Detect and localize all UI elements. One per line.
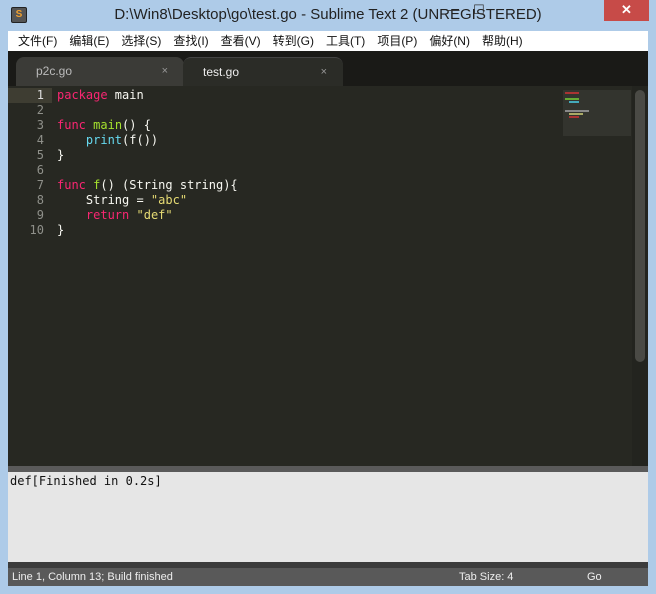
build-output-panel: def[Finished in 0.2s]: [8, 472, 648, 562]
code-token: print: [85, 133, 123, 147]
menu-find[interactable]: 查找(I): [167, 31, 214, 51]
status-bar: Line 1, Column 13; Build finished Tab Si…: [8, 562, 648, 586]
menu-tools[interactable]: 工具(T): [320, 31, 371, 51]
code-token: "abc": [150, 193, 188, 207]
code-line: String = "abc": [57, 193, 187, 208]
code-token: (f()): [122, 133, 159, 147]
menu-project[interactable]: 项目(P): [371, 31, 423, 51]
code-token: "def": [136, 208, 173, 222]
code-line: }: [57, 148, 64, 163]
tab-size-selector[interactable]: Tab Size: 4: [459, 568, 513, 586]
tab-p2c-go[interactable]: p2c.go ×: [16, 57, 184, 86]
syntax-selector[interactable]: Go: [587, 568, 602, 586]
tab-test-go[interactable]: test.go ×: [183, 57, 343, 86]
line-number: 3: [36, 118, 44, 132]
vertical-scrollbar[interactable]: [632, 86, 648, 466]
code-line: package main: [57, 88, 144, 103]
code-token: () {: [122, 118, 151, 132]
menu-goto[interactable]: 转到(G): [267, 31, 320, 51]
line-number: 6: [36, 163, 44, 177]
title-bar: S D:\Win8\Desktop\go\test.go - Sublime T…: [0, 0, 656, 31]
cursor-position-status: Line 1, Column 13; Build finished: [12, 571, 173, 583]
menu-edit[interactable]: 编辑(E): [63, 31, 115, 51]
menu-view[interactable]: 查看(V): [215, 31, 267, 51]
line-number: 1: [8, 88, 52, 103]
maximize-button[interactable]: ☐: [466, 0, 492, 21]
menu-preferences[interactable]: 偏好(N): [423, 31, 476, 51]
code-token: () (String string){: [100, 178, 238, 192]
code-line: func main() {: [57, 118, 151, 133]
close-icon[interactable]: ×: [162, 57, 168, 86]
line-number: 4: [36, 133, 44, 147]
menu-selection[interactable]: 选择(S): [115, 31, 167, 51]
minimize-button[interactable]: —: [440, 0, 466, 21]
line-number: 10: [29, 223, 44, 237]
close-icon[interactable]: ×: [321, 58, 327, 87]
line-number: 2: [36, 103, 44, 117]
minimap[interactable]: [563, 90, 631, 136]
menu-bar: 文件(F) 编辑(E) 选择(S) 查找(I) 查看(V) 转到(G) 工具(T…: [8, 31, 648, 51]
tab-bar: p2c.go × test.go ×: [8, 51, 648, 86]
code-line: func f() (String string){: [57, 178, 238, 193]
code-token: return: [85, 208, 130, 222]
tab-label: p2c.go: [36, 64, 73, 78]
line-number: 9: [36, 208, 44, 222]
code-line: print(f()): [57, 133, 158, 148]
code-token: func: [57, 178, 86, 192]
window-title: D:\Win8\Desktop\go\test.go - Sublime Tex…: [114, 6, 542, 23]
code-token: package: [57, 88, 108, 102]
menu-help[interactable]: 帮助(H): [476, 31, 529, 51]
code-token: main: [93, 118, 123, 132]
line-number-gutter: 1 2 3 4 5 6 7 8 9 10: [8, 86, 52, 466]
scrollbar-thumb[interactable]: [635, 90, 645, 362]
close-button[interactable]: ✕: [604, 0, 649, 21]
code-token: }: [57, 148, 65, 162]
code-editor[interactable]: 1 2 3 4 5 6 7 8 9 10 package main func ma…: [8, 86, 648, 466]
line-number: 5: [36, 148, 44, 162]
menu-file[interactable]: 文件(F): [12, 31, 63, 51]
build-output-text: def[Finished in 0.2s]: [10, 474, 162, 488]
code-line: }: [57, 223, 64, 238]
code-token: String =: [57, 193, 151, 207]
code-token: }: [57, 223, 65, 237]
line-number: 8: [36, 193, 44, 207]
tab-label: test.go: [203, 65, 240, 79]
line-number: 7: [36, 178, 44, 192]
code-token: main: [107, 88, 144, 102]
code-line: return "def": [57, 208, 173, 223]
code-token: func: [57, 118, 86, 132]
